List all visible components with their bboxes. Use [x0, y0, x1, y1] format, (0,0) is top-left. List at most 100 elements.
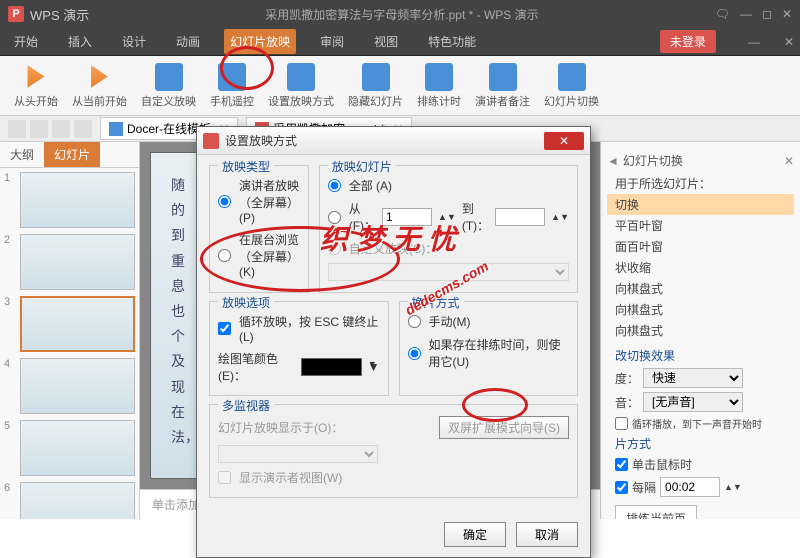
thumb-6[interactable]: 6 [4, 482, 135, 519]
speaker-notes-button[interactable]: 演讲者备注 [469, 61, 536, 111]
from-start-button[interactable]: 从头开始 [8, 61, 64, 111]
thumb-5[interactable]: 5 [4, 420, 135, 476]
rehearse-current-button[interactable]: 排练当前页 [615, 505, 697, 519]
play-current-icon [86, 63, 114, 91]
effect-item[interactable]: 面百叶窗 [607, 236, 794, 257]
effect-item[interactable]: 向棋盘式 [607, 299, 794, 320]
pen-color-picker[interactable] [301, 358, 362, 376]
to-input[interactable] [495, 208, 545, 226]
modify-label: 改切换效果 [607, 345, 794, 366]
menu-view[interactable]: 视图 [368, 29, 404, 54]
transition-icon [558, 63, 586, 91]
ok-button[interactable]: 确定 [444, 522, 506, 547]
monitors-group: 多监视器 幻灯片放映显示于(O)：双屏扩展模式向导(S) 显示演示者视图(W) [209, 404, 578, 498]
all-radio[interactable] [328, 179, 341, 192]
timer-icon [425, 63, 453, 91]
menu-special[interactable]: 特色功能 [422, 29, 482, 54]
undo-icon[interactable] [52, 120, 70, 138]
show-options-group: 放映选项 循环放映，按 ESC 键终止(L) 绘图笔颜色(E)： ▼ [209, 301, 389, 396]
presenter-view-checkbox [218, 471, 231, 484]
menu-min-icon[interactable]: — [748, 35, 760, 49]
presenter-radio[interactable] [218, 195, 231, 208]
thumb-3[interactable]: 3 [4, 296, 135, 352]
menu-design[interactable]: 设计 [116, 29, 152, 54]
speed-label: 度： [615, 370, 639, 387]
every-checkbox[interactable] [615, 481, 628, 494]
close-icon[interactable]: ✕ [782, 7, 792, 21]
menu-slideshow[interactable]: 幻灯片放映 [224, 29, 296, 54]
thumb-4[interactable]: 4 [4, 358, 135, 414]
onclick-label: 单击鼠标时 [632, 456, 692, 473]
menu-start[interactable]: 开始 [8, 29, 44, 54]
menu-close-icon[interactable]: ✕ [784, 35, 794, 49]
effect-item[interactable]: 向棋盘式 [607, 320, 794, 341]
dual-screen-button[interactable]: 双屏扩展模式向导(S) [439, 416, 569, 439]
custom-show-button[interactable]: 自定义放映 [135, 61, 202, 111]
redo-icon[interactable] [74, 120, 92, 138]
feedback-icon[interactable]: 🗨 [715, 7, 730, 21]
kiosk-radio[interactable] [218, 249, 231, 262]
range-radio[interactable] [328, 211, 341, 224]
effect-item[interactable]: 平百叶窗 [607, 215, 794, 236]
outline-tab[interactable]: 大纲 [0, 142, 44, 167]
thumb-2[interactable]: 2 [4, 234, 135, 290]
advance-group: 换片方式 手动(M) 如果存在排练时间，则使用它(U) [399, 301, 579, 396]
show-type-group: 放映类型 演讲者放映（全屏幕）(P) 在展台浏览（全屏幕）(K) [209, 165, 309, 293]
monitor-select [218, 445, 378, 463]
effect-item[interactable]: 切换 [607, 194, 794, 215]
app-name: WPS 演示 [30, 5, 89, 24]
transition-pane: ◄幻灯片切换✕ 用于所选幻灯片： 切换 平百叶窗 面百叶窗 状收缩 向棋盘式 向… [600, 142, 800, 519]
home-icon[interactable] [8, 120, 26, 138]
every-input[interactable] [660, 477, 720, 497]
onclick-checkbox[interactable] [615, 458, 628, 471]
applyto-label: 用于所选幻灯片： [607, 173, 794, 194]
timings-radio[interactable] [408, 347, 421, 360]
menu-review[interactable]: 审阅 [314, 29, 350, 54]
loop-checkbox[interactable] [615, 417, 628, 430]
sound-select[interactable]: [无声音] [643, 392, 743, 412]
sound-label: 音： [615, 394, 639, 411]
group-legend: 换片方式 [408, 294, 464, 311]
loop-esc-checkbox[interactable] [218, 322, 231, 335]
from-current-button[interactable]: 从当前开始 [66, 61, 133, 111]
menu-anim[interactable]: 动画 [170, 29, 206, 54]
custom-select [328, 263, 569, 281]
group-legend: 放映幻灯片 [328, 158, 396, 175]
speed-select[interactable]: 快速 [643, 368, 743, 388]
setup-show-button[interactable]: 设置放映方式 [262, 61, 340, 111]
group-legend: 多监视器 [218, 397, 274, 414]
hide-slide-button[interactable]: 隐藏幻灯片 [342, 61, 409, 111]
from-input[interactable] [382, 208, 432, 226]
effect-item[interactable]: 向棋盘式 [607, 278, 794, 299]
pane-title: 幻灯片切换 [623, 152, 683, 169]
minimize-icon[interactable]: — [740, 7, 752, 21]
rehearse-button[interactable]: 排练计时 [411, 61, 467, 111]
maximize-icon[interactable]: ◻ [762, 7, 772, 21]
every-label: 每隔 [632, 479, 656, 496]
menu-insert[interactable]: 插入 [62, 29, 98, 54]
group-legend: 放映类型 [218, 158, 274, 175]
dialog-close-button[interactable]: ✕ [544, 132, 584, 150]
dialog-titlebar[interactable]: 设置放映方式 ✕ [197, 127, 590, 155]
ribbon: 从头开始 从当前开始 自定义放映 手机遥控 设置放映方式 隐藏幻灯片 排练计时 … [0, 56, 800, 116]
app-logo-icon: P [8, 6, 24, 22]
dialog-title: 设置放映方式 [225, 132, 544, 149]
slides-tab[interactable]: 幻灯片 [44, 142, 100, 167]
slide-panel: 大纲 幻灯片 1 2 3 4 5 6 [0, 142, 140, 519]
custom-radio [328, 242, 341, 255]
login-button[interactable]: 未登录 [660, 30, 716, 53]
cancel-button[interactable]: 取消 [516, 522, 578, 547]
thumb-1[interactable]: 1 [4, 172, 135, 228]
docer-icon [109, 122, 123, 136]
pane-close-icon[interactable]: ✕ [784, 154, 794, 168]
group-legend: 放映选项 [218, 294, 274, 311]
phone-remote-button[interactable]: 手机遥控 [204, 61, 260, 111]
save-icon[interactable] [30, 120, 48, 138]
transition-button[interactable]: 幻灯片切换 [538, 61, 605, 111]
dialog-icon [203, 133, 219, 149]
manual-radio[interactable] [408, 315, 421, 328]
setup-show-dialog: 设置放映方式 ✕ 放映类型 演讲者放映（全屏幕）(P) 在展台浏览（全屏幕）(K… [196, 126, 591, 558]
show-slides-group: 放映幻灯片 全部 (A) 从(F)：▲▼ 到(T)：▲▼ 自定义放映(C)： [319, 165, 578, 293]
effect-item[interactable]: 状收缩 [607, 257, 794, 278]
document-title: 采用凯撒加密算法与字母频率分析.ppt * - WPS 演示 [89, 6, 715, 23]
